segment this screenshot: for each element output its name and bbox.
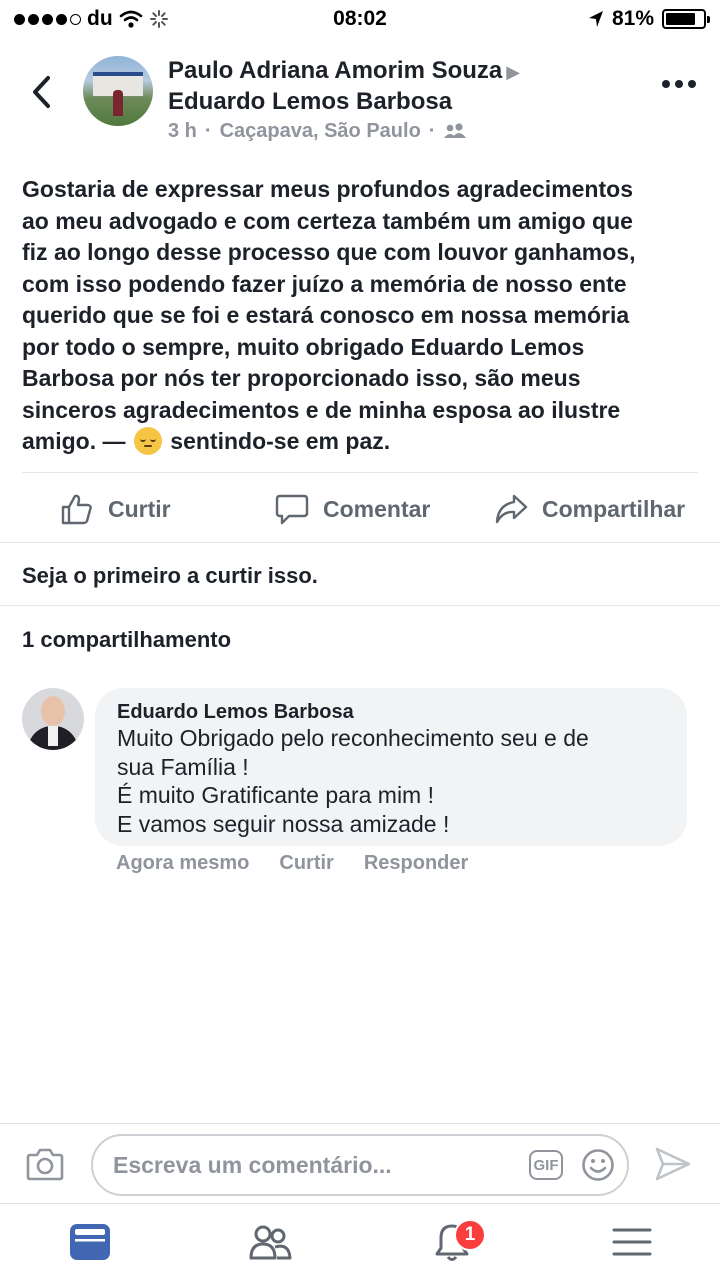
comment-text-line: É muito Gratificante para mim ! [117,782,434,808]
comment-label: Comentar [323,495,431,522]
signal-strength-icon [14,13,81,25]
mention-link[interactable]: Eduardo Lemos [410,334,584,360]
comment-input-placeholder: Escreva um comentário... [113,1152,392,1178]
status-right: 81% [446,7,710,31]
comment-input[interactable]: Escreva um comentário... GIF [91,1134,629,1196]
battery-fill [666,13,696,25]
tab-news-feed[interactable] [68,1220,112,1264]
status-left: du [14,7,274,31]
feeling-text[interactable]: sentindo-se em paz. [170,428,390,454]
author-avatar[interactable] [83,56,153,126]
post-meta: 3 h · Caçapava, São Paulo · [168,120,467,143]
comment-text-line: sua Família ! [117,753,249,780]
loading-spinner-icon [149,10,168,28]
comment-actions: Agora mesmo Curtir Responder [116,852,468,875]
notifications-badge: 1 [454,1219,486,1251]
friends-icon [444,122,467,138]
smiley-icon[interactable] [581,1148,615,1182]
comment-button[interactable]: Comentar [275,492,430,526]
post-text-line: por todo o sempre, muito obrigado Eduard… [22,333,585,360]
meta-separator: · [204,120,212,142]
divider [0,605,720,606]
carrier-name: du [87,7,113,30]
speech-bubble-icon [275,494,309,525]
camera-icon [26,1148,64,1181]
more-options-button[interactable] [662,80,696,88]
share-button[interactable]: Compartilhar [494,492,685,526]
news-feed-icon [70,1224,110,1260]
comment-bubble[interactable]: Eduardo Lemos Barbosa Muito Obrigado pel… [95,688,687,846]
comment-like-link[interactable]: Curtir [279,852,333,875]
comment-time: Agora mesmo [116,852,250,874]
wifi-icon [119,10,142,28]
likes-summary[interactable]: Seja o primeiro a curtir isso. [22,563,318,589]
comment-reply-link[interactable]: Responder [364,852,468,875]
clock: 08:02 [333,7,387,30]
tab-friends[interactable] [248,1220,292,1264]
like-label: Curtir [108,495,171,522]
like-button[interactable]: Curtir [60,492,171,526]
post-text-line: querido que se foi e estará conosco em n… [22,302,630,328]
shares-summary[interactable]: 1 compartilhamento [22,627,231,653]
comment-author[interactable]: Eduardo Lemos Barbosa [117,700,665,724]
share-arrow-icon [495,494,528,524]
post-author-line: Paulo Adriana Amorim Souza ▶ Eduardo Lemo… [168,56,628,117]
share-label: Compartilhar [542,495,686,522]
battery-percent: 81% [611,7,654,30]
camera-button[interactable] [26,1146,64,1182]
tab-menu[interactable] [610,1220,654,1264]
commenter-avatar[interactable] [22,688,84,750]
location-arrow-icon [588,11,603,27]
gif-button[interactable]: GIF [529,1150,563,1180]
chevron-left-icon [33,76,50,108]
post-text-line: ao meu advogado e com certeza também um … [22,207,633,234]
mention-link[interactable]: Barbosa [22,365,114,391]
friends-icon [249,1225,292,1260]
post-text-line: sinceros agradecimentos e de minha espos… [22,396,621,423]
hamburger-menu-icon [612,1228,652,1256]
meta-separator: · [428,120,436,142]
comment-text-line: Muito Obrigado pelo reconhecimento seu e… [117,725,589,751]
recipient-name[interactable]: Eduardo Lemos Barbosa [168,88,452,115]
status-bar: du 08:02 81% [0,0,720,38]
bottom-tab-bar: 1 [0,1203,720,1280]
relieved-face-emoji-icon [133,427,162,455]
post-time[interactable]: 3 h [168,120,197,143]
post-text-line: Gostaria de expressar meus profundos agr… [22,176,633,202]
send-icon [655,1147,691,1181]
author-name[interactable]: Paulo Adriana Amorim Souza [168,57,502,84]
triangle-right-icon: ▶ [506,62,521,82]
comment-text-line: E vamos seguir nossa amizade ! [117,810,450,837]
post-action-bar: Curtir Comentar Compartilhar [0,476,720,542]
send-button[interactable] [654,1146,692,1182]
post-text-line: fiz ao longo desse processo que com louv… [22,239,636,265]
post-text: Gostaria de expressar meus profundos agr… [22,174,698,458]
post-text-line: amigo. — sentindo-se em paz. [22,427,391,455]
battery-icon [662,9,710,29]
thumbs-up-icon [61,494,92,525]
post-text-line: com isso podendo fazer juízo a memória d… [22,270,627,297]
divider [0,542,720,543]
back-button[interactable] [24,72,58,112]
post-location[interactable]: Caçapava, São Paulo [220,120,421,143]
post-text-line: Barbosa por nós ter proporcionado isso, … [22,365,581,391]
comment-composer: Escreva um comentário... GIF [0,1123,720,1203]
divider [22,472,698,473]
post-header: Paulo Adriana Amorim Souza ▶ Eduardo Lemo… [0,50,720,150]
